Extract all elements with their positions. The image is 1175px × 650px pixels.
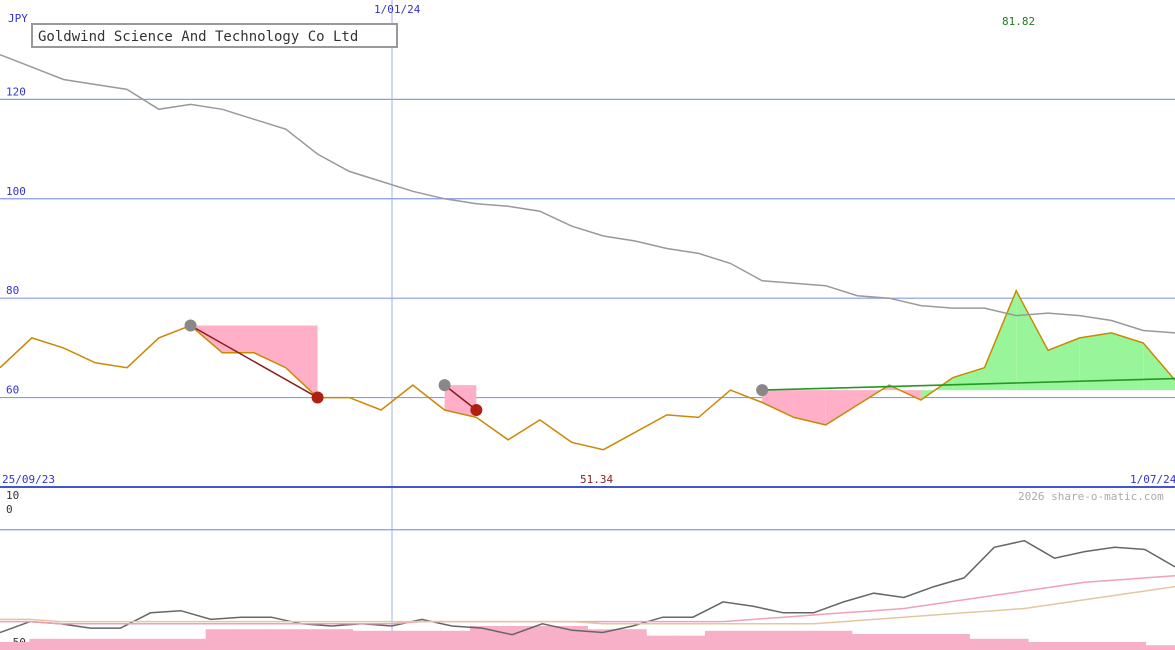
volume-bar [822, 630, 853, 650]
low-annotation: 51.34 [580, 473, 613, 486]
price-y-tick-label: 100 [6, 185, 26, 198]
price-y-tick-label: 120 [6, 85, 26, 98]
volume-bar [675, 635, 706, 650]
price-panel: 60 80 100 120 JPY 1/01/24 81.82 Goldwind Sc… [0, 0, 1175, 650]
x-label-start: 25/09/23 [2, 473, 55, 486]
price-y-tick-label: 80 [6, 284, 19, 297]
indicator-lines [0, 539, 1175, 636]
volume-bar [470, 626, 500, 650]
sell-signal-marker [311, 391, 324, 404]
ma-fast-line [0, 574, 1175, 625]
signal-start-marker [184, 319, 197, 332]
high-annotation: 81.82 [1002, 15, 1035, 28]
volume-bar [411, 630, 442, 650]
volume-bar [1057, 642, 1088, 650]
sell-signal-marker [470, 403, 483, 416]
volume-bar [235, 629, 265, 650]
volume-bar [705, 630, 735, 650]
volume-bar [440, 630, 471, 650]
price-y-tick-label: 60 [6, 384, 19, 397]
volume-bar [910, 634, 941, 650]
price-lines [0, 54, 1175, 451]
volume-bar [146, 638, 177, 650]
signal-start-marker [756, 384, 769, 397]
indicator-panel: 100-50 2026 share-o-matic.com [0, 489, 1175, 650]
volume-bar [205, 629, 236, 650]
volume-bar [940, 634, 970, 650]
volume-bar [176, 638, 207, 650]
volume-bar [616, 629, 647, 650]
buy-loss-area [793, 390, 826, 425]
volume-bar [88, 638, 118, 650]
indicator-y-tick-label: 10 [6, 489, 19, 502]
volume-bar [851, 634, 882, 650]
volume-bar [1116, 642, 1147, 650]
volume-bar [58, 638, 89, 650]
ma-slow-line [0, 585, 1175, 625]
chart-title: Goldwind Science And Technology Co Ltd [38, 29, 358, 45]
buy-gain-area [1143, 342, 1175, 391]
volume-bar [528, 626, 559, 650]
volume-bar [763, 630, 794, 650]
watermark: 2026 share-o-matic.com [1018, 490, 1164, 503]
volume-bar [646, 635, 677, 650]
x-label-mid: 1/01/24 [374, 3, 421, 16]
volume-bar [323, 629, 353, 650]
volume-bar [881, 634, 912, 650]
chart-canvas: 60 80 100 120 JPY 1/01/24 81.82 Goldwind Sc… [0, 0, 1175, 650]
volume-bar [793, 630, 823, 650]
volume-bar [969, 638, 1000, 650]
indicator-grid: 100-50 [0, 489, 1175, 649]
volume-bar [352, 630, 383, 650]
volume-bar [1145, 645, 1175, 650]
moving-average-line [0, 54, 1175, 334]
volume-bar [1086, 642, 1117, 650]
momentum-line [0, 539, 1175, 636]
buy-gain-area [952, 367, 985, 391]
signal-start-marker [438, 379, 451, 392]
volume-bar [264, 629, 295, 650]
volume-bar [998, 638, 1029, 650]
currency-label: JPY [8, 12, 28, 25]
buy-loss-area [762, 390, 794, 418]
indicator-y-tick-label: 0 [6, 503, 13, 516]
volume-bar [734, 630, 765, 650]
volume-bar [29, 638, 60, 650]
volume-bar [293, 629, 324, 650]
volume-bar [1028, 642, 1058, 650]
x-label-end: 1/07/24 [1130, 473, 1175, 486]
volume-bar [0, 642, 30, 650]
volume-bar [117, 638, 148, 650]
volume-bars [0, 626, 1175, 650]
buy-gain-area [984, 290, 1017, 391]
volume-bar [381, 630, 412, 650]
